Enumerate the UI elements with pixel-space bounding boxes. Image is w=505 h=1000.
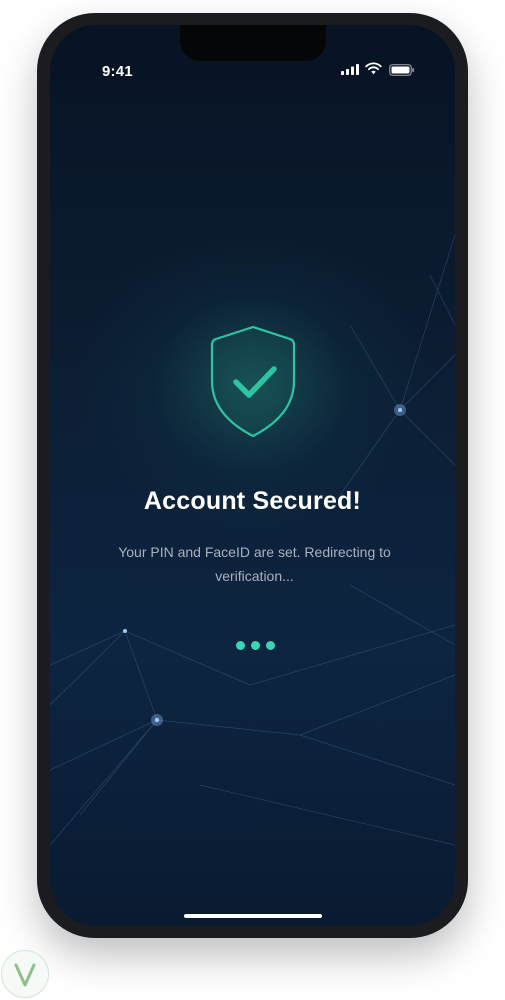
status-message: Your PIN and FaceID are set. Redirecting… bbox=[118, 544, 391, 584]
loading-indicator bbox=[236, 641, 276, 651]
watermark-logo bbox=[1, 950, 49, 998]
loading-dot bbox=[236, 641, 245, 650]
device-notch bbox=[180, 25, 326, 61]
network-background bbox=[50, 234, 455, 846]
battery-icon bbox=[389, 64, 415, 76]
page-canvas: 9:41 Account Secured! Your PIN and FaceI… bbox=[0, 0, 505, 1000]
home-indicator[interactable] bbox=[184, 914, 322, 918]
wifi-icon bbox=[365, 62, 382, 75]
loading-dot bbox=[266, 641, 275, 650]
loading-dot bbox=[251, 641, 260, 650]
status-icons bbox=[341, 61, 421, 79]
shield-check-icon bbox=[198, 319, 308, 449]
phone-frame: 9:41 Account Secured! Your PIN and FaceI… bbox=[37, 13, 468, 938]
status-time: 9:41 bbox=[102, 63, 133, 80]
app-screen: 9:41 Account Secured! Your PIN and FaceI… bbox=[50, 25, 455, 926]
cellular-signal-icon bbox=[341, 64, 359, 75]
page-title: Account Secured! bbox=[143, 487, 362, 515]
